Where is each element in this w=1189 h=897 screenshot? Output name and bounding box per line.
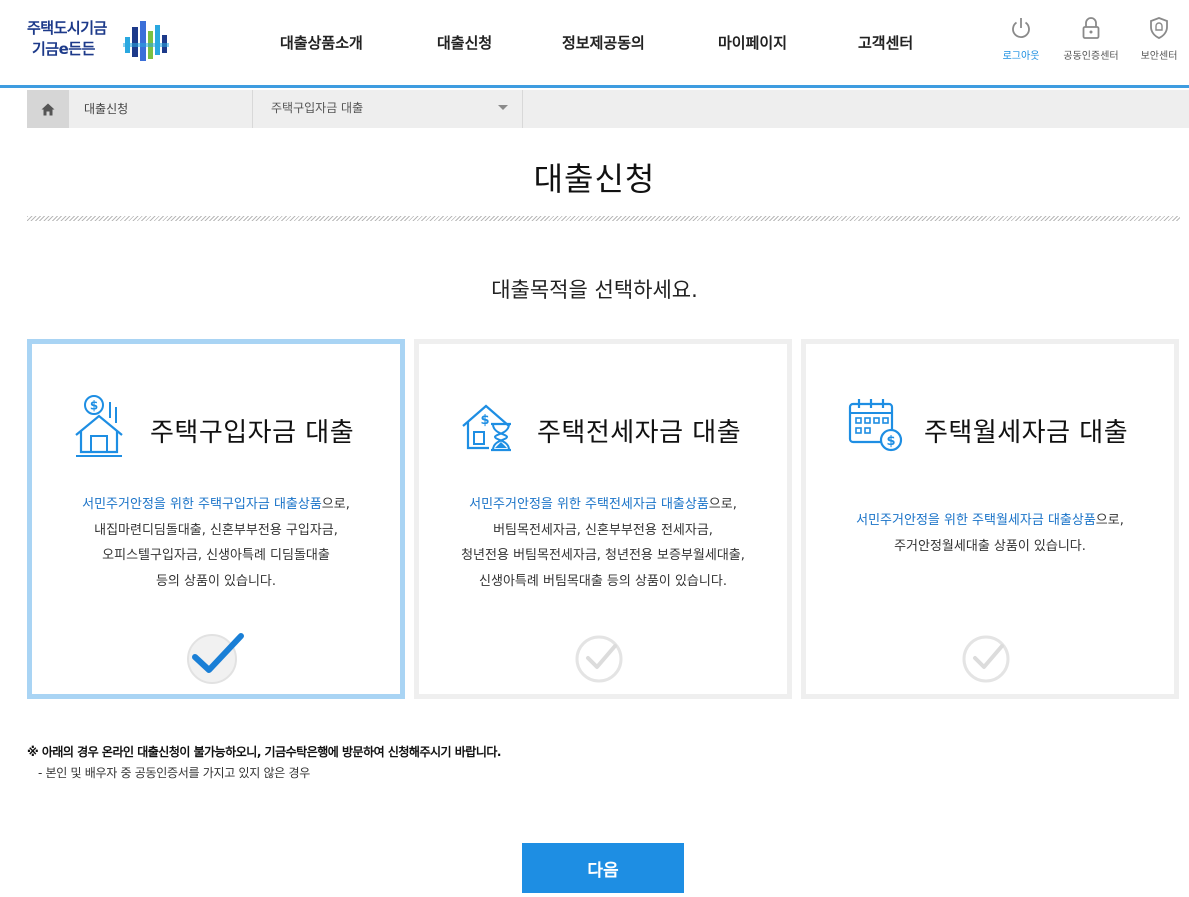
nav-customer-center[interactable]: 고객센터 [858, 32, 913, 53]
logo-mark-icon [123, 21, 169, 61]
house-dollar-icon: $ [75, 395, 123, 457]
loan-card-title: 주택구입자금 대출 [150, 418, 355, 448]
certificate-center-label: 공동인증센터 [1063, 51, 1119, 62]
description-line: 내집마련디딤돌대출, 신혼부부전용 구입자금, [94, 522, 338, 538]
security-center-button[interactable]: 보안센터 [1124, 16, 1189, 62]
nav-mypage[interactable]: 마이페이지 [718, 32, 787, 53]
loan-card-description: 서민주거안정을 위한 주택월세자금 대출상품으로, 주거안정월세대출 상품이 있… [806, 508, 1174, 559]
loan-card-purchase[interactable]: $ 주택구입자금 대출 서민주거안정을 위한 주택구입자금 대출상품으로, 내집… [27, 339, 405, 699]
calendar-dollar-icon: $ [848, 399, 903, 452]
breadcrumb-level1[interactable]: 대출신청 [69, 90, 253, 128]
description-line: 신생아특례 버팀목대출 등의 상품이 있습니다. [479, 573, 727, 589]
shield-icon [1150, 17, 1168, 39]
loan-card-description: 서민주거안정을 위한 주택전세자금 대출상품으로, 버팀목전세자금, 신혼부부전… [419, 492, 787, 594]
nav-info-consent[interactable]: 정보제공동의 [562, 32, 645, 53]
loan-card-jeonse[interactable]: $ 주택전세자금 대출 서민주거안정을 위한 주택전세자금 대출상품으로, 버팀… [414, 339, 792, 699]
notice-text: ※ 아래의 경우 온라인 대출신청이 불가능하오니, 기금수탁은행에 방문하여 … [27, 745, 502, 759]
description-line: 주거안정월세대출 상품이 있습니다. [894, 538, 1086, 554]
breadcrumb-level2-select[interactable]: 주택구입자금 대출 [254, 90, 523, 128]
logout-button[interactable]: 로그아웃 [986, 16, 1056, 62]
description-highlight-suffix: 으로, [708, 497, 737, 512]
description-line: 등의 상품이 있습니다. [155, 573, 277, 589]
page-title: 대출신청 [533, 160, 656, 198]
logout-label: 로그아웃 [1002, 51, 1040, 62]
nav-loan-products[interactable]: 대출상품소개 [280, 32, 363, 53]
svg-text:$: $ [90, 399, 98, 413]
logo-text-line2: 기금e든든 [32, 40, 95, 58]
breadcrumb-level2-label: 주택구입자금 대출 [271, 101, 364, 115]
breadcrumb-home[interactable] [27, 90, 69, 128]
description-line: 청년전용 버팀목전세자금, 청년전용 보증부월세대출, [461, 548, 745, 563]
loan-card-title: 주택전세자금 대출 [537, 418, 742, 448]
next-button[interactable]: 다음 [522, 843, 684, 893]
site-header: 주택도시기금 기금e든든 대출상품소개 대출신청 정보제공동의 마이페이지 고객… [0, 0, 1189, 88]
notice-subtext: - 본인 및 배우자 중 공동인증서를 가지고 있지 않은 경우 [38, 766, 310, 780]
certificate-center-button[interactable]: 공동인증센터 [1056, 16, 1126, 62]
description-highlight: 서민주거안정을 위한 주택전세자금 대출상품 [469, 497, 709, 512]
house-hourglass-icon: $ [462, 404, 511, 452]
security-center-label: 보안센터 [1140, 51, 1178, 62]
selected-check-icon [187, 633, 244, 684]
nav-loan-apply[interactable]: 대출신청 [437, 32, 492, 53]
description-line: 버팀목전세자금, 신혼부부전용 전세자금, [493, 522, 713, 538]
description-highlight-suffix: 으로, [1095, 513, 1124, 528]
home-icon [41, 103, 55, 115]
logo-text-line1: 주택도시기금 [27, 19, 107, 37]
svg-text:$: $ [480, 413, 489, 428]
description-highlight: 서민주거안정을 위한 주택월세자금 대출상품 [856, 513, 1096, 528]
site-logo[interactable]: 주택도시기금 기금e든든 [27, 17, 177, 63]
description-line: 오피스텔구입자금, 신생아특례 디딤돌대출 [102, 548, 330, 563]
loan-card-description: 서민주거안정을 위한 주택구입자금 대출상품으로, 내집마련디딤돌대출, 신혼부… [32, 492, 400, 594]
chevron-down-icon [498, 105, 508, 110]
lock-icon [1082, 17, 1100, 39]
description-highlight-suffix: 으로, [321, 497, 350, 512]
unselected-check-icon [575, 635, 623, 683]
breadcrumb: 대출신청 주택구입자금 대출 [27, 90, 1189, 128]
loan-card-monthly-rent[interactable]: $ 주택월세자금 대출 서민주거안정을 위한 주택월세자금 대출상품으로, 주거… [801, 339, 1179, 699]
page-subtitle: 대출목적을 선택하세요. [491, 278, 698, 302]
description-highlight: 서민주거안정을 위한 주택구입자금 대출상품 [82, 497, 322, 512]
power-icon [1012, 18, 1030, 39]
title-divider [27, 216, 1180, 221]
loan-card-title: 주택월세자금 대출 [924, 418, 1129, 448]
unselected-check-icon [962, 635, 1010, 683]
svg-text:$: $ [886, 434, 895, 449]
